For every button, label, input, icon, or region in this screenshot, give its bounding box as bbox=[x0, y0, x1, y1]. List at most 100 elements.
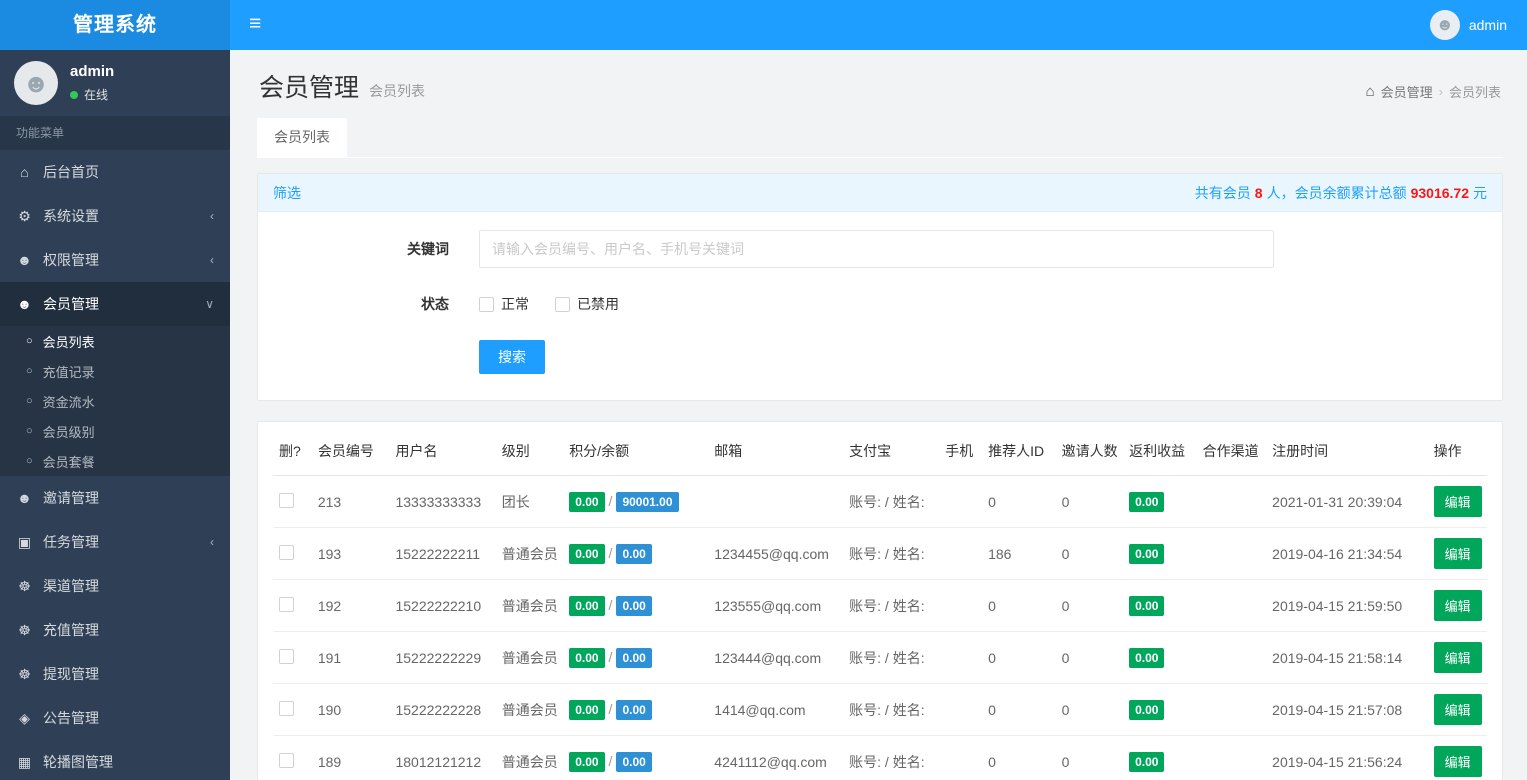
sidebar-item-label: 充值管理 bbox=[43, 622, 99, 638]
table-header-row: 删? 会员编号 用户名 级别 积分/余额 邮箱 支付宝 手机 推荐人ID 邀请人数 返利收益 合作渠道… bbox=[273, 427, 1487, 476]
sidebar-item-home[interactable]: ⌂ 后台首页 bbox=[0, 150, 230, 194]
submenu-item-fund-flow[interactable]: ○ 资金流水 bbox=[0, 386, 230, 416]
breadcrumb-separator: › bbox=[1438, 84, 1443, 99]
member-table-card: 删? 会员编号 用户名 级别 积分/余额 邮箱 支付宝 手机 推荐人ID 邀请人数 返利收益 合作渠道… bbox=[257, 421, 1503, 780]
sidebar-item-label: 渠道管理 bbox=[43, 578, 99, 594]
topbar-username: admin bbox=[1468, 17, 1507, 33]
cell-phone bbox=[939, 735, 983, 780]
sidebar-item-task[interactable]: ▣ 任务管理 ‹ bbox=[0, 520, 230, 564]
submenu-item-label: 会员级别 bbox=[42, 424, 95, 440]
cell-alipay: 账号: / 姓名: bbox=[843, 527, 940, 580]
cell-member-id: 213 bbox=[311, 475, 390, 528]
status-disabled-checkbox[interactable] bbox=[555, 296, 570, 312]
points-badge: 0.00 bbox=[569, 543, 605, 564]
users-icon: ☻ bbox=[17, 490, 32, 506]
cell-alipay: 账号: / 姓名: bbox=[843, 579, 940, 632]
edit-button[interactable]: 编辑 bbox=[1433, 746, 1482, 777]
sidebar-item-channel[interactable]: ☸ 渠道管理 bbox=[0, 564, 230, 608]
submenu-item-member-level[interactable]: ○ 会员级别 bbox=[0, 416, 230, 446]
carousel-icon: ▦ bbox=[17, 753, 32, 770]
submenu-item-member-list[interactable]: ○ 会员列表 bbox=[0, 326, 230, 356]
profile-status-label: 在线 bbox=[84, 88, 109, 102]
profile-avatar-icon: ☻ bbox=[14, 61, 58, 105]
column-header: 手机 bbox=[939, 427, 983, 476]
row-checkbox[interactable] bbox=[279, 752, 294, 768]
keyword-label: 关键词 bbox=[407, 241, 449, 257]
circle-icon: ○ bbox=[26, 455, 33, 467]
sidebar-item-withdraw[interactable]: ☸ 提现管理 bbox=[0, 652, 230, 696]
sidebar-item-member[interactable]: ☻ 会员管理 ∨ bbox=[0, 282, 230, 326]
cell-action: 编辑 bbox=[1427, 683, 1487, 736]
cell-alipay: 账号: / 姓名: bbox=[843, 735, 940, 780]
column-header: 操作 bbox=[1427, 427, 1487, 476]
edit-button[interactable]: 编辑 bbox=[1433, 538, 1482, 569]
sidebar-profile: ☻ admin 在线 bbox=[0, 50, 230, 116]
row-checkbox[interactable] bbox=[279, 700, 294, 716]
tab-member-list[interactable]: 会员列表 bbox=[257, 118, 347, 157]
cell-referrer-id: 186 bbox=[982, 527, 1056, 580]
cell-rebate: 0.00 bbox=[1123, 631, 1197, 684]
topbar-user-menu[interactable]: ☻ admin bbox=[1410, 0, 1527, 50]
cell-channel bbox=[1196, 527, 1267, 580]
sidebar-item-carousel[interactable]: ▦ 轮播图管理 bbox=[0, 740, 230, 780]
points-badge: 0.00 bbox=[569, 647, 605, 668]
cell-points-balance: 0.00/0.00 bbox=[563, 683, 709, 736]
edit-button[interactable]: 编辑 bbox=[1433, 642, 1482, 673]
cell-action: 编辑 bbox=[1427, 579, 1487, 632]
sidebar-item-recharge[interactable]: ☸ 充值管理 bbox=[0, 608, 230, 652]
submenu-item-recharge-records[interactable]: ○ 充值记录 bbox=[0, 356, 230, 386]
cell-level: 普通会员 bbox=[495, 631, 564, 684]
sidebar-item-system-settings[interactable]: ⚙ 系统设置 ‹ bbox=[0, 194, 230, 238]
submenu-item-member-package[interactable]: ○ 会员套餐 bbox=[0, 446, 230, 476]
cell-level: 普通会员 bbox=[495, 683, 564, 736]
circle-icon: ○ bbox=[26, 395, 33, 407]
column-header: 会员编号 bbox=[311, 427, 390, 476]
cell-invite-count: 0 bbox=[1055, 683, 1124, 736]
sidebar-item-permission[interactable]: ☻ 权限管理 ‹ bbox=[0, 238, 230, 282]
balance-badge: 0.00 bbox=[616, 595, 652, 616]
member-count: 8 bbox=[1254, 184, 1263, 201]
edit-button[interactable]: 编辑 bbox=[1433, 694, 1482, 725]
menu-toggle-icon[interactable]: ≡ bbox=[230, 0, 280, 50]
cell-channel bbox=[1196, 475, 1267, 528]
cell-username: 15222222229 bbox=[389, 631, 496, 684]
cell-email: 123444@qq.com bbox=[708, 631, 844, 684]
status-normal-checkbox[interactable] bbox=[479, 296, 494, 312]
sidebar-item-label: 公告管理 bbox=[43, 710, 99, 726]
status-option-normal[interactable]: 正常 bbox=[479, 294, 529, 314]
cell-reg-time: 2019-04-15 21:57:08 bbox=[1266, 683, 1428, 736]
row-checkbox[interactable] bbox=[279, 492, 294, 508]
sidebar-item-label: 轮播图管理 bbox=[43, 754, 113, 770]
sidebar-menu: ⌂ 后台首页 ⚙ 系统设置 ‹ ☻ 权限管理 ‹ ☻ 会员管理 ∨ ○ 会员列表… bbox=[0, 150, 230, 780]
search-button[interactable]: 搜索 bbox=[479, 340, 545, 374]
sidebar-item-label: 后台首页 bbox=[43, 164, 99, 180]
filter-header: 筛选 共有会员 8 人，会员余额累计总额 93016.72 元 bbox=[258, 174, 1502, 212]
points-balance-separator: / bbox=[608, 752, 613, 769]
page-subtitle: 会员列表 bbox=[369, 83, 426, 99]
cell-invite-count: 0 bbox=[1055, 475, 1124, 528]
edit-button[interactable]: 编辑 bbox=[1433, 486, 1482, 517]
column-header: 合作渠道 bbox=[1196, 427, 1267, 476]
row-checkbox[interactable] bbox=[279, 544, 294, 560]
filter-form: 关键词 状态 正常 已禁用 搜 bbox=[258, 212, 1502, 400]
row-checkbox[interactable] bbox=[279, 648, 294, 664]
status-option-disabled[interactable]: 已禁用 bbox=[555, 294, 619, 314]
keyword-input[interactable] bbox=[479, 230, 1274, 268]
cell-delete bbox=[273, 683, 312, 736]
sidebar-item-announcement[interactable]: ◈ 公告管理 bbox=[0, 696, 230, 740]
member-submenu: ○ 会员列表 ○ 充值记录 ○ 资金流水 ○ 会员级别 ○ 会员套餐 bbox=[0, 326, 230, 476]
keyword-row: 关键词 bbox=[258, 230, 1502, 268]
cell-reg-time: 2019-04-15 21:59:50 bbox=[1266, 579, 1428, 632]
edit-button[interactable]: 编辑 bbox=[1433, 590, 1482, 621]
table-row: 189 18012121212 普通会员 0.00/0.00 4241112@q… bbox=[273, 735, 1487, 780]
profile-name: admin bbox=[70, 63, 115, 80]
app-logo: 管理系统 bbox=[0, 0, 230, 50]
balance-badge: 0.00 bbox=[616, 543, 652, 564]
status-row: 状态 正常 已禁用 bbox=[258, 294, 1502, 314]
cell-referrer-id: 0 bbox=[982, 475, 1056, 528]
filter-title[interactable]: 筛选 bbox=[273, 183, 301, 203]
cell-delete bbox=[273, 735, 312, 780]
breadcrumb-section[interactable]: 会员管理 bbox=[1381, 82, 1433, 101]
row-checkbox[interactable] bbox=[279, 596, 294, 612]
sidebar-item-invite[interactable]: ☻ 邀请管理 bbox=[0, 476, 230, 520]
